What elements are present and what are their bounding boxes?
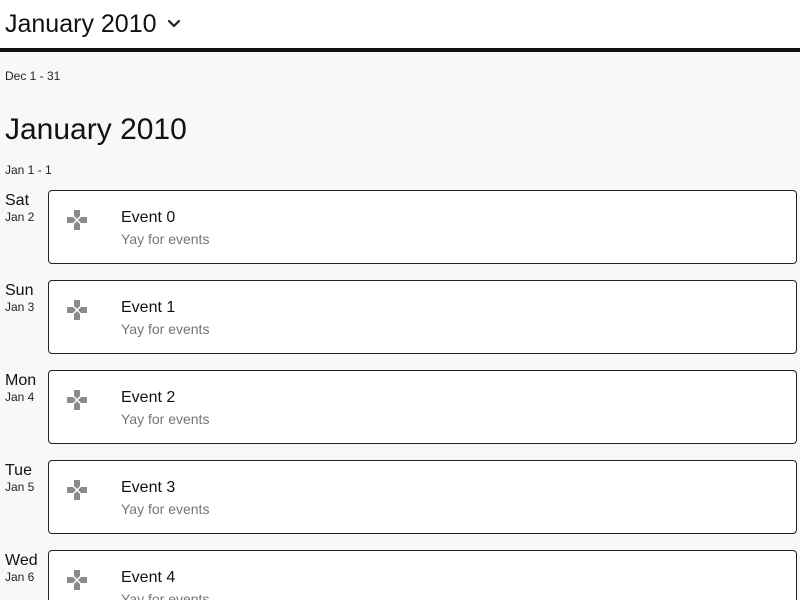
gamepad-icon bbox=[66, 389, 88, 411]
day-label: Mon Jan 4 bbox=[5, 372, 47, 404]
chevron-down-icon bbox=[167, 17, 181, 31]
day-label: Wed Jan 6 bbox=[5, 552, 47, 584]
event-title: Event 1 bbox=[121, 299, 176, 316]
month-dropdown-label: January 2010 bbox=[5, 10, 157, 38]
event-title: Event 2 bbox=[121, 389, 176, 406]
day-of-week: Sun bbox=[5, 282, 34, 299]
event-subtitle: Yay for events bbox=[121, 321, 210, 337]
gamepad-icon bbox=[66, 299, 88, 321]
event-subtitle: Yay for events bbox=[121, 231, 210, 247]
event-title: Event 3 bbox=[121, 479, 176, 496]
month-heading: January 2010 bbox=[5, 113, 187, 146]
day-of-week: Tue bbox=[5, 462, 32, 479]
event-subtitle: Yay for events bbox=[121, 591, 210, 600]
gamepad-icon bbox=[66, 479, 88, 501]
day-of-week: Sat bbox=[5, 192, 30, 209]
gamepad-icon bbox=[66, 209, 88, 231]
event-subtitle: Yay for events bbox=[121, 501, 210, 517]
day-date: Jan 4 bbox=[5, 390, 35, 404]
day-row: Sun Jan 3 Event 1 Yay for events bbox=[0, 280, 800, 354]
top-bar: January 2010 bbox=[0, 0, 800, 52]
day-date: Jan 2 bbox=[5, 210, 35, 224]
day-label: Sat Jan 2 bbox=[5, 192, 47, 224]
event-card[interactable]: Event 2 Yay for events bbox=[48, 370, 797, 444]
event-title: Event 4 bbox=[121, 569, 176, 586]
event-title: Event 0 bbox=[121, 209, 176, 226]
month-dropdown[interactable]: January 2010 bbox=[5, 9, 181, 39]
event-card[interactable]: Event 4 Yay for events bbox=[48, 550, 797, 600]
day-row: Sat Jan 2 Event 0 Yay for events bbox=[0, 190, 800, 264]
day-of-week: Wed bbox=[5, 552, 38, 569]
day-date: Jan 6 bbox=[5, 570, 35, 584]
event-card[interactable]: Event 0 Yay for events bbox=[48, 190, 797, 264]
event-subtitle: Yay for events bbox=[121, 411, 210, 427]
day-row: Wed Jan 6 Event 4 Yay for events bbox=[0, 550, 800, 600]
day-date: Jan 3 bbox=[5, 300, 35, 314]
event-card[interactable]: Event 3 Yay for events bbox=[48, 460, 797, 534]
day-label: Sun Jan 3 bbox=[5, 282, 47, 314]
event-card[interactable]: Event 1 Yay for events bbox=[48, 280, 797, 354]
day-of-week: Mon bbox=[5, 372, 37, 389]
previous-month-range: Dec 1 - 31 bbox=[5, 69, 61, 83]
day-row: Mon Jan 4 Event 2 Yay for events bbox=[0, 370, 800, 444]
day-label: Tue Jan 5 bbox=[5, 462, 47, 494]
day-row: Tue Jan 5 Event 3 Yay for events bbox=[0, 460, 800, 534]
month-range: Jan 1 - 1 bbox=[5, 163, 52, 177]
day-date: Jan 5 bbox=[5, 480, 35, 494]
gamepad-icon bbox=[66, 569, 88, 591]
